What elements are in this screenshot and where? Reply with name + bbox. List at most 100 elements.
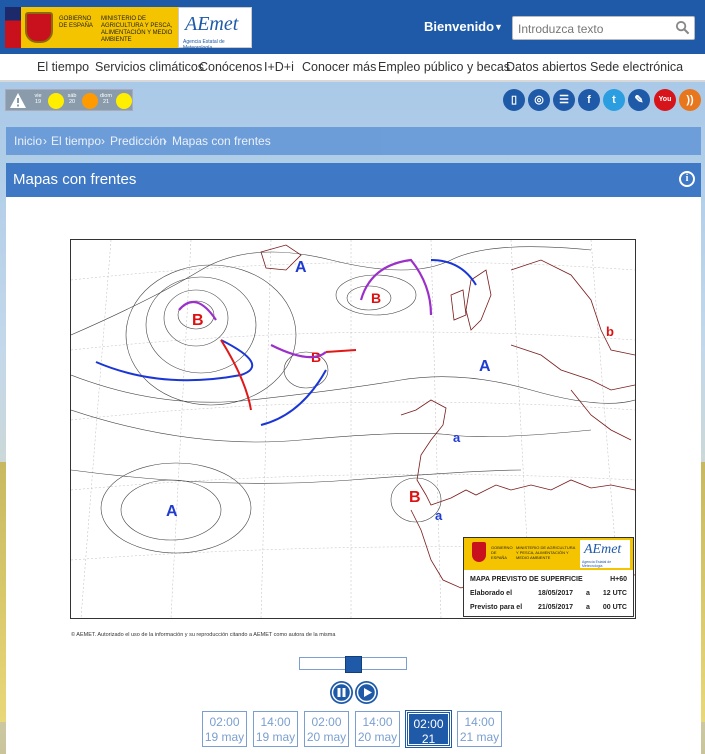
timeline-time: 14:00 [362,715,393,729]
legend-elaborado-date: 18/05/2017 [538,590,574,597]
legend-elaborado-label: Elaborado el [470,590,513,597]
legend-logos: GOBIERNO DE ESPAÑA MINISTERIO DE AGRICUL… [464,538,633,570]
map-credit: © AEMET. Autorizado el uso de la informa… [71,632,336,638]
government-logo[interactable]: GOBIERNO DE ESPAÑA MINISTERIO DE AGRICUL… [5,7,178,48]
app-icon[interactable]: ◎ [528,89,550,111]
high-pressure-label: a [453,430,461,445]
legend-elaborado-at: a [586,590,590,597]
legend-aemet-logo: AEmet Agencia Estatal de Meteorología [580,540,630,568]
legend-aemet-logo-text: AEmet [584,542,622,557]
time-slider[interactable] [299,656,407,673]
warnings-bar: vie 19 sáb 20 diom 21 ▯ ◎ ☰ f t ✎ You )) [0,88,705,114]
warning-day-3: diom 21 [96,93,116,105]
map-legend: GOBIERNO DE ESPAÑA MINISTERIO DE AGRICUL… [463,537,634,617]
pause-button[interactable] [330,681,353,704]
legend-horizon: H+60 [610,576,627,583]
nav-datos-abiertos[interactable]: Datos abiertos [506,60,587,74]
search-placeholder: Introduzca texto [518,22,604,36]
panel-title: Mapas con frentes [13,171,137,188]
warm-front [325,349,357,353]
youtube-icon[interactable]: You [654,89,676,111]
warning-day-1: vie 19 [28,93,48,105]
nav-sede-electronica[interactable]: Sede electrónica [590,60,683,74]
legend-previsto-label: Previsto para el [470,604,523,611]
legend-title: MAPA PREVISTO DE SUPERFICIE [470,576,583,583]
main-nav: El tiempo Servicios climáticos Conócenos… [0,54,705,82]
ministry-label: MINISTERIO DE AGRICULTURA Y PESCA, ALIME… [101,16,173,43]
aemet-logo-subtitle: Agencia Estatal de Meteorología [183,39,225,51]
breadcrumb: Inicio › El tiempo › Predicción › Mapas … [6,127,701,155]
legend-previsto-at: a [586,604,590,611]
breadcrumb-current: Mapas con frentes [172,134,271,148]
breadcrumb-inicio[interactable]: Inicio [14,134,42,148]
warning-day-1-num: 19 [34,99,42,105]
nav-idi[interactable]: I+D+i [264,60,294,74]
search-icon[interactable] [675,20,690,35]
aemet-logo[interactable]: AEmet Agencia Estatal de Meteorología [178,7,252,51]
nav-empleo[interactable]: Empleo público y becas [378,60,510,74]
timeline-time: 02:00 [311,715,342,729]
pause-icon [331,682,352,703]
mobile-icon[interactable]: ▯ [503,89,525,111]
low-pressure-label: b [606,324,614,339]
low-pressure-label: B [409,489,421,506]
flag-stripe [5,7,21,48]
slider-thumb[interactable] [345,656,362,673]
top-bar: GOBIERNO DE ESPAÑA MINISTERIO DE AGRICUL… [0,0,705,54]
play-icon [356,682,377,703]
timeline-step-selected[interactable]: 02:00 21 may [405,710,452,754]
low-pressure-label: B [192,312,204,329]
timeline-step[interactable]: 02:00 19 may [202,711,247,747]
list-icon[interactable]: ☰ [553,89,575,111]
play-button[interactable] [355,681,378,704]
timeline-date: 19 may [204,730,245,744]
breadcrumb-prediccion[interactable]: Predicción [110,134,166,148]
rss-icon[interactable]: )) [679,89,701,111]
timeline-step[interactable]: 02:00 20 may [304,711,349,747]
facebook-icon[interactable]: f [578,89,600,111]
occluded-front [359,258,433,316]
breadcrumb-separator: › [43,134,47,148]
high-pressure-label: a [435,508,443,523]
welcome-menu[interactable]: Bienvenido [424,19,494,34]
legend-gov-label: GOBIERNO DE ESPAÑA [491,545,513,560]
chevron-down-icon[interactable]: ▼ [494,22,503,32]
timeline-step[interactable]: 14:00 19 may [253,711,298,747]
timeline-time: 14:00 [464,715,495,729]
nav-el-tiempo[interactable]: El tiempo [37,60,89,74]
timeline-time: 02:00 [209,715,240,729]
legend-previsto-date: 21/05/2017 [538,604,574,611]
warning-day-2-num: 20 [68,99,76,105]
nav-servicios-climaticos[interactable]: Servicios climáticos [95,60,204,74]
coat-of-arms-icon [25,12,53,43]
timeline-step[interactable]: 14:00 20 may [355,711,400,747]
aemet-logo-text: AEmet [185,13,239,35]
nav-conocenos[interactable]: Conócenos [199,60,262,74]
search-input[interactable]: Introduzca texto [512,16,695,40]
cold-front [95,339,254,382]
warning-day-2: sáb 20 [62,93,82,105]
timeline-date: 20 may [357,730,398,744]
legend-previsto-time: 00 UTC [602,604,627,611]
gov-label: GOBIERNO DE ESPAÑA [59,16,93,29]
breadcrumb-separator: › [163,134,167,148]
cold-front [430,259,477,286]
low-pressure-label: B [371,290,381,306]
breadcrumb-separator: › [101,134,105,148]
timeline-date: 20 may [306,730,347,744]
warning-level-yellow [116,93,132,109]
warnings-widget[interactable]: vie 19 sáb 20 diom 21 [5,89,133,111]
breadcrumb-el-tiempo[interactable]: El tiempo [51,134,101,148]
panel-header: Mapas con frentes i [6,163,701,197]
twitter-icon[interactable]: t [603,89,625,111]
nav-conocer-mas[interactable]: Conocer más [302,60,376,74]
blog-icon[interactable]: ✎ [628,89,650,111]
timeline-date: 21 may [417,732,440,754]
legend-elaborado-time: 12 UTC [602,590,627,597]
legend-aemet-logo-subtitle: Agencia Estatal de Meteorología [582,560,612,568]
timeline-step[interactable]: 14:00 21 may [457,711,502,747]
timeline-time: 14:00 [260,715,291,729]
high-pressure-label: A [295,259,307,276]
high-pressure-label: A [166,503,178,520]
info-icon[interactable]: i [679,171,695,187]
